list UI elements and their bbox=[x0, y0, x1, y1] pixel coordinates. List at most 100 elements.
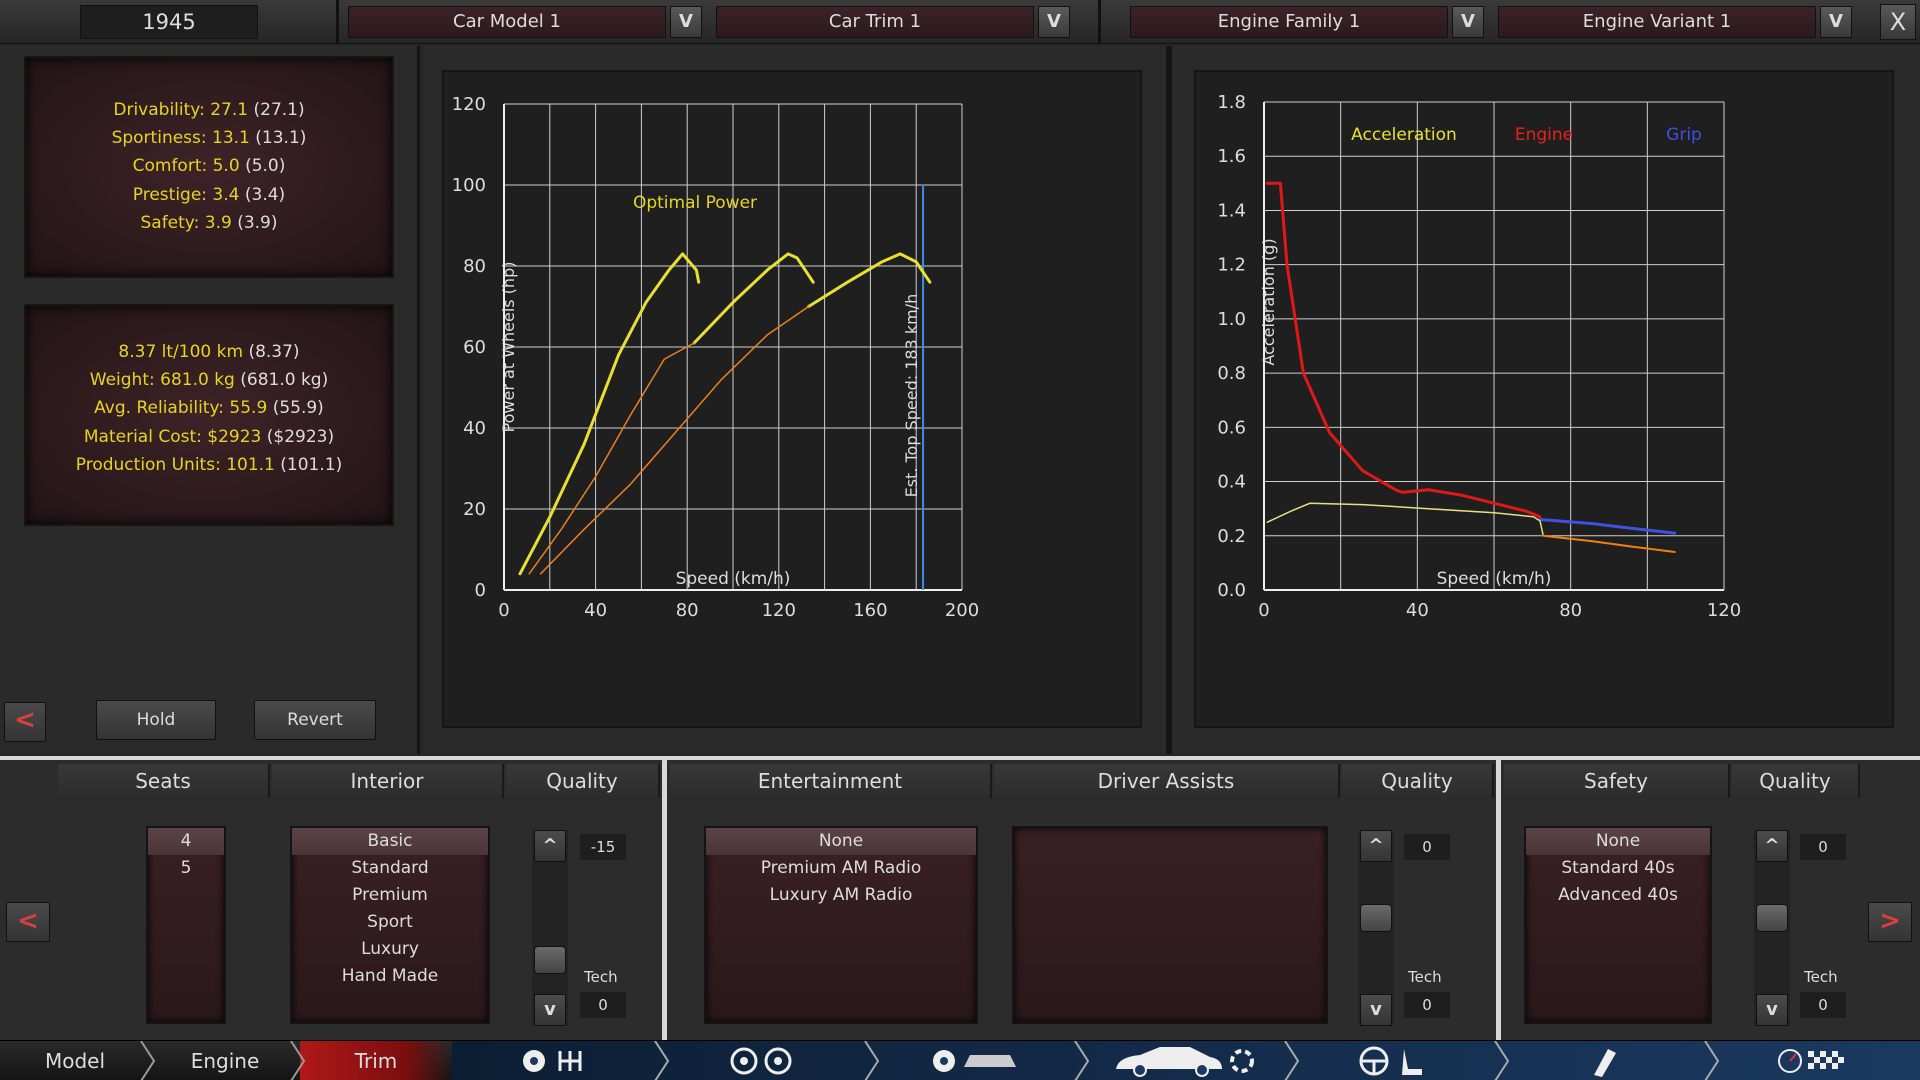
y-tick-label: 0.4 bbox=[1217, 472, 1246, 493]
interior-icon[interactable] bbox=[1354, 1045, 1434, 1077]
y-axis-label: Power at Wheels (hp) bbox=[499, 262, 518, 433]
seats-list: 4 5 bbox=[146, 826, 226, 1024]
engine-variant-dropdown[interactable]: Engine Variant 1 bbox=[1498, 6, 1816, 38]
list-item[interactable]: Luxury AM Radio bbox=[706, 882, 976, 909]
stat-fuel-economy: 8.37 lt/100 km (8.37) bbox=[118, 342, 300, 362]
revert-button[interactable]: Revert bbox=[254, 700, 376, 740]
entertainment-header: Entertainment bbox=[670, 764, 992, 798]
x-axis-label: Speed (km/h) bbox=[1437, 569, 1552, 589]
car-model-dropdown-button[interactable]: V bbox=[670, 6, 702, 38]
seats-header: Seats bbox=[58, 764, 270, 798]
list-item[interactable]: Hand Made bbox=[292, 963, 488, 990]
series-line bbox=[1266, 502, 1545, 537]
chevron-right-icon bbox=[1074, 1041, 1090, 1080]
stat-drivability: Drivability: 27.1 (27.1) bbox=[113, 100, 305, 120]
list-item[interactable]: Luxury bbox=[292, 936, 488, 963]
close-button[interactable]: X bbox=[1880, 4, 1916, 40]
quality-header: Quality bbox=[1732, 764, 1860, 798]
series-line bbox=[1265, 181, 1542, 519]
nav-engine[interactable]: Engine bbox=[150, 1041, 300, 1080]
list-item[interactable]: None bbox=[1526, 828, 1710, 855]
y-tick-label: 120 bbox=[452, 94, 486, 115]
power-chart: 0 40 80 120 160 200 0 20 40 60 80 100 120 Speed (km/h… bbox=[452, 94, 980, 621]
x-axis-label: Speed (km/h) bbox=[676, 569, 791, 589]
chart-title: Optimal Power bbox=[633, 193, 757, 213]
top-bar: 1945 Car Model 1 V Car Trim 1 V Engine F… bbox=[0, 0, 1920, 44]
list-item[interactable]: 4 bbox=[148, 828, 224, 855]
acceleration-chart: 0 40 80 120 0.0 0.2 0.4 0.6 0.8 1.0 1.2 1.4 1.6 1.8 Sp… bbox=[1217, 92, 1741, 621]
parts-panel: < > Seats Interior Quality Entertainment… bbox=[0, 756, 1920, 1044]
driver-assists-list bbox=[1012, 826, 1328, 1024]
power-chart-panel: 0 40 80 120 160 200 0 20 40 60 80 100 120 Speed (km/h… bbox=[424, 46, 1166, 754]
quality-slider-thumb[interactable] bbox=[534, 946, 566, 974]
hold-button[interactable]: Hold bbox=[96, 700, 216, 740]
list-item[interactable]: 5 bbox=[148, 855, 224, 882]
rating-stats-box: Drivability: 27.1 (27.1) Sportiness: 13.… bbox=[24, 56, 394, 278]
tech-label: Tech bbox=[584, 968, 618, 986]
chevron-right-icon bbox=[1494, 1041, 1510, 1080]
y-tick-label: 1.0 bbox=[1217, 309, 1246, 330]
quality-value: 0 bbox=[1800, 834, 1846, 860]
cost-stats-box: 8.37 lt/100 km (8.37) Weight: 681.0 kg (… bbox=[24, 304, 394, 526]
quality-up-button[interactable]: ^ bbox=[1360, 830, 1392, 862]
x-tick-label: 120 bbox=[762, 600, 796, 621]
list-item[interactable]: Standard 40s bbox=[1526, 855, 1710, 882]
quality-down-button[interactable]: v bbox=[534, 994, 566, 1026]
chevron-right-icon bbox=[1704, 1041, 1720, 1080]
stats-panel: Drivability: 27.1 (27.1) Sportiness: 13.… bbox=[0, 46, 420, 754]
stat-comfort: Comfort: 5.0 (5.0) bbox=[132, 156, 286, 177]
list-item[interactable]: Premium AM Radio bbox=[706, 855, 976, 882]
quality-slider-thumb[interactable] bbox=[1756, 904, 1788, 932]
prev-page-button[interactable]: < bbox=[6, 902, 50, 942]
year-display: 1945 bbox=[80, 5, 258, 39]
stat-material-cost: Material Cost: $2923 ($2923) bbox=[83, 426, 335, 447]
chassis-icon[interactable] bbox=[930, 1045, 1020, 1077]
x-tick-label: 40 bbox=[584, 600, 607, 621]
top-separator bbox=[1098, 0, 1101, 44]
engine-family-dropdown[interactable]: Engine Family 1 bbox=[1130, 6, 1448, 38]
back-button[interactable]: < bbox=[4, 702, 46, 742]
legend-entry: Acceleration bbox=[1351, 125, 1457, 145]
top-speed-label: Est. Top Speed: 183 km/h bbox=[902, 294, 921, 498]
wheels-icon[interactable] bbox=[728, 1045, 798, 1077]
quality-down-button[interactable]: v bbox=[1360, 994, 1392, 1026]
quality-up-button[interactable]: ^ bbox=[534, 830, 566, 862]
list-item[interactable]: Sport bbox=[292, 909, 488, 936]
x-tick-label: 40 bbox=[1406, 600, 1429, 621]
series-line bbox=[692, 252, 815, 345]
testing-icon[interactable] bbox=[1776, 1045, 1856, 1077]
body-icon[interactable] bbox=[1110, 1043, 1260, 1079]
quality-up-button[interactable]: ^ bbox=[1756, 830, 1788, 862]
next-page-button[interactable]: > bbox=[1868, 902, 1912, 942]
tuning-icon[interactable] bbox=[1584, 1045, 1624, 1077]
legend-entry: Grip bbox=[1666, 125, 1702, 145]
quality-slider-thumb[interactable] bbox=[1360, 904, 1392, 932]
safety-list: None Standard 40s Advanced 40s bbox=[1524, 826, 1712, 1024]
nav-model[interactable]: Model bbox=[0, 1041, 150, 1080]
quality-down-button[interactable]: v bbox=[1756, 994, 1788, 1026]
tech-value: 0 bbox=[1800, 992, 1846, 1018]
y-tick-label: 20 bbox=[463, 499, 486, 520]
tech-label: Tech bbox=[1408, 968, 1442, 986]
power-chart-box: 0 40 80 120 160 200 0 20 40 60 80 100 120 Speed (km/h… bbox=[442, 70, 1142, 728]
engine-variant-dropdown-button[interactable]: V bbox=[1820, 6, 1852, 38]
interior-list: Basic Standard Premium Sport Luxury Hand… bbox=[290, 826, 490, 1024]
car-model-dropdown[interactable]: Car Model 1 bbox=[348, 6, 666, 38]
acceleration-chart-box: 0 40 80 120 0.0 0.2 0.4 0.6 0.8 1.0 1.2 1.4 1.6 1.8 Sp… bbox=[1194, 70, 1894, 728]
car-trim-dropdown[interactable]: Car Trim 1 bbox=[716, 6, 1034, 38]
nav-trim[interactable]: Trim bbox=[300, 1041, 452, 1080]
list-item[interactable]: None bbox=[706, 828, 976, 855]
x-tick-label: 80 bbox=[1559, 600, 1582, 621]
stat-prestige: Prestige: 3.4 (3.4) bbox=[132, 184, 286, 205]
list-item[interactable]: Advanced 40s bbox=[1526, 882, 1710, 909]
x-tick-label: 200 bbox=[945, 600, 979, 621]
engine-family-dropdown-button[interactable]: V bbox=[1452, 6, 1484, 38]
gearbox-icon[interactable] bbox=[520, 1045, 590, 1077]
x-tick-label: 160 bbox=[853, 600, 887, 621]
list-item[interactable]: Standard bbox=[292, 855, 488, 882]
y-tick-label: 1.6 bbox=[1217, 146, 1246, 167]
stat-weight: Weight: 681.0 kg (681.0 kg) bbox=[89, 370, 329, 391]
car-trim-dropdown-button[interactable]: V bbox=[1038, 6, 1070, 38]
list-item[interactable]: Premium bbox=[292, 882, 488, 909]
list-item[interactable]: Basic bbox=[292, 828, 488, 855]
